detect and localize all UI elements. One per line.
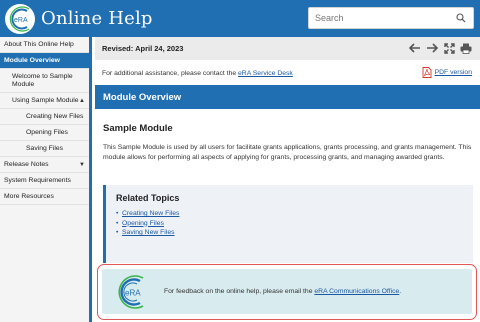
sidebar-nav: About This Online Help Module Overview W… <box>0 37 92 322</box>
sidebar-item-label: Release Notes <box>4 161 49 168</box>
revised-bar: Revised: April 24, 2023 <box>95 37 480 60</box>
sidebar-item-opening-files[interactable]: Opening Files <box>0 125 89 141</box>
svg-text:eRA: eRA <box>14 17 28 24</box>
expand-icon[interactable] <box>443 42 455 54</box>
list-item: Creating New Files <box>116 209 473 219</box>
communications-office-link[interactable]: eRA Communications Office <box>314 288 399 295</box>
related-link-saving-new-files[interactable]: Saving New Files <box>122 229 175 236</box>
module-description: This Sample Module is used by all users … <box>103 144 472 161</box>
app-header: eRA Online Help <box>0 0 480 37</box>
arrow-right-icon[interactable] <box>426 42 438 54</box>
sidebar-item-saving-files[interactable]: Saving Files <box>0 141 89 157</box>
svg-text:eRA: eRA <box>125 288 141 297</box>
sidebar-item-system-requirements[interactable]: System Requirements <box>0 173 89 189</box>
list-item: Saving New Files <box>116 228 473 238</box>
sidebar-item-using-sample-module[interactable]: Using Sample Module ▲ <box>0 93 89 109</box>
sidebar-item-label: Using Sample Module <box>12 97 79 104</box>
search-box[interactable] <box>308 7 474 29</box>
related-topics-list: Creating New Files Opening Files Saving … <box>116 209 473 238</box>
assistance-text: For additional assistance, please contac… <box>102 70 293 77</box>
related-link-creating-new-files[interactable]: Creating New Files <box>122 210 179 217</box>
era-logo-icon: eRA <box>114 274 148 309</box>
era-logo-icon[interactable]: eRA <box>5 3 35 34</box>
search-input[interactable] <box>309 13 453 23</box>
service-desk-link[interactable]: eRA Service Desk <box>238 70 293 77</box>
sidebar-item-release-notes[interactable]: Release Notes ▼ <box>0 157 89 173</box>
related-link-opening-files[interactable]: Opening Files <box>122 220 164 227</box>
related-topics-title: Related Topics <box>116 193 180 203</box>
caret-down-icon[interactable]: ▼ <box>79 161 85 169</box>
revised-date: Revised: April 24, 2023 <box>102 44 184 53</box>
caret-up-icon[interactable]: ▲ <box>79 97 85 105</box>
toolbar <box>409 42 472 54</box>
main-content: Revised: April 24, 2023 For additional a… <box>95 37 480 322</box>
search-icon[interactable] <box>453 10 469 26</box>
sidebar-item-more-resources[interactable]: More Resources <box>0 189 89 205</box>
related-topics-box: Related Topics Creating New Files Openin… <box>103 185 473 263</box>
pdf-version-link[interactable]: PDF version <box>435 69 472 76</box>
print-icon[interactable] <box>460 42 472 54</box>
arrow-left-icon[interactable] <box>409 42 421 54</box>
section-header: Module Overview <box>95 85 480 109</box>
list-item: Opening Files <box>116 219 473 229</box>
sidebar-item-module-overview[interactable]: Module Overview <box>0 53 89 69</box>
sub-title: Sample Module <box>103 123 173 134</box>
pdf-icon[interactable] <box>422 67 433 78</box>
sidebar-item-about[interactable]: About This Online Help <box>0 37 89 53</box>
feedback-box: eRA For feedback on the online help, ple… <box>102 269 472 314</box>
app-title: Online Help <box>41 8 153 29</box>
sidebar-item-welcome[interactable]: Welcome to Sample Module <box>0 69 89 93</box>
feedback-text: For feedback on the online help, please … <box>164 288 402 295</box>
pdf-version[interactable]: PDF version <box>422 67 472 78</box>
sidebar-item-creating-new-files[interactable]: Creating New Files <box>0 109 89 125</box>
